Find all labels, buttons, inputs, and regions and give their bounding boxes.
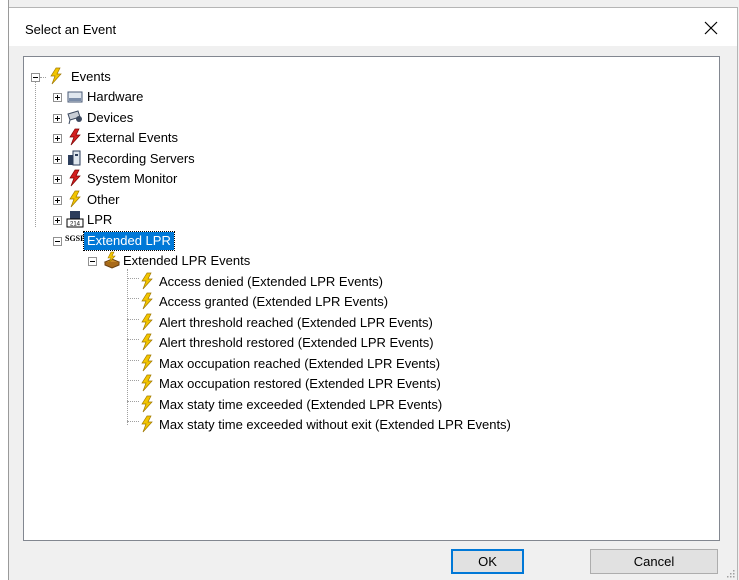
- hardware-box-icon: [67, 91, 83, 103]
- event-group-icon: [103, 251, 121, 269]
- lightning-icon: [141, 374, 153, 392]
- tree-label-selected: Extended LPR: [83, 231, 175, 251]
- lightning-icon: [141, 395, 153, 413]
- expand-toggle[interactable]: [53, 114, 62, 123]
- expand-toggle[interactable]: [53, 216, 62, 225]
- close-button[interactable]: [693, 12, 729, 44]
- collapse-toggle[interactable]: [53, 237, 62, 246]
- select-event-dialog: Select an Event Events Hardware Devices …: [9, 7, 738, 580]
- resize-grip-icon[interactable]: [725, 568, 735, 578]
- tree-label: Recording Servers: [87, 151, 195, 166]
- collapse-toggle[interactable]: [31, 73, 40, 82]
- tree-label: Max occupation restored (Extended LPR Ev…: [159, 376, 441, 391]
- tree-label: Hardware: [87, 89, 144, 104]
- lightning-icon: [141, 313, 153, 331]
- license-plate-icon: 214: [66, 211, 84, 228]
- tree-label: Alert threshold restored (Extended LPR E…: [159, 335, 434, 350]
- tree-label: Alert threshold reached (Extended LPR Ev…: [159, 315, 433, 330]
- tree-label: Max staty time exceeded without exit (Ex…: [159, 417, 511, 432]
- dialog-title: Select an Event: [25, 22, 117, 37]
- tree-label: Extended LPR Events: [123, 253, 251, 268]
- sgse-logo-icon: SGSE: [65, 234, 86, 243]
- background-window-edge: [0, 0, 9, 580]
- tree-label: Access granted (Extended LPR Events): [159, 294, 389, 309]
- tree-label: Other: [87, 192, 120, 207]
- tree-label: Events: [71, 69, 111, 84]
- tree-label: Max staty time exceeded (Extended LPR Ev…: [159, 397, 443, 412]
- title-bar: Select an Event: [9, 8, 737, 46]
- ok-button[interactable]: OK: [451, 549, 524, 574]
- tree-label: External Events: [87, 130, 179, 145]
- expand-toggle[interactable]: [53, 93, 62, 102]
- tree-label: System Monitor: [87, 171, 178, 186]
- red-lightning-icon: [69, 169, 81, 187]
- tree-label: LPR: [87, 212, 113, 227]
- expand-toggle[interactable]: [53, 134, 62, 143]
- tree-line: [40, 77, 46, 78]
- cancel-button[interactable]: Cancel: [590, 549, 718, 574]
- collapse-toggle[interactable]: [88, 257, 97, 266]
- tree-label: Max occupation reached (Extended LPR Eve…: [159, 356, 441, 371]
- lightning-icon: [141, 415, 153, 433]
- camera-icon: [67, 110, 82, 125]
- event-tree[interactable]: Events Hardware Devices External Events …: [23, 56, 720, 541]
- lightning-icon: [141, 272, 153, 290]
- red-lightning-icon: [69, 128, 81, 146]
- close-icon: [704, 21, 718, 35]
- lightning-icon: [141, 354, 153, 372]
- tree-line: [35, 77, 36, 227]
- lightning-icon: [141, 333, 153, 351]
- tree-label: Devices: [87, 110, 134, 125]
- lightning-icon: [141, 292, 153, 310]
- lightning-icon: [50, 67, 62, 85]
- server-icon: [68, 150, 81, 166]
- lightning-icon: [69, 190, 81, 208]
- expand-toggle[interactable]: [53, 155, 62, 164]
- expand-toggle[interactable]: [53, 196, 62, 205]
- tree-label: Access denied (Extended LPR Events): [159, 274, 384, 289]
- expand-toggle[interactable]: [53, 175, 62, 184]
- svg-text:214: 214: [70, 222, 81, 228]
